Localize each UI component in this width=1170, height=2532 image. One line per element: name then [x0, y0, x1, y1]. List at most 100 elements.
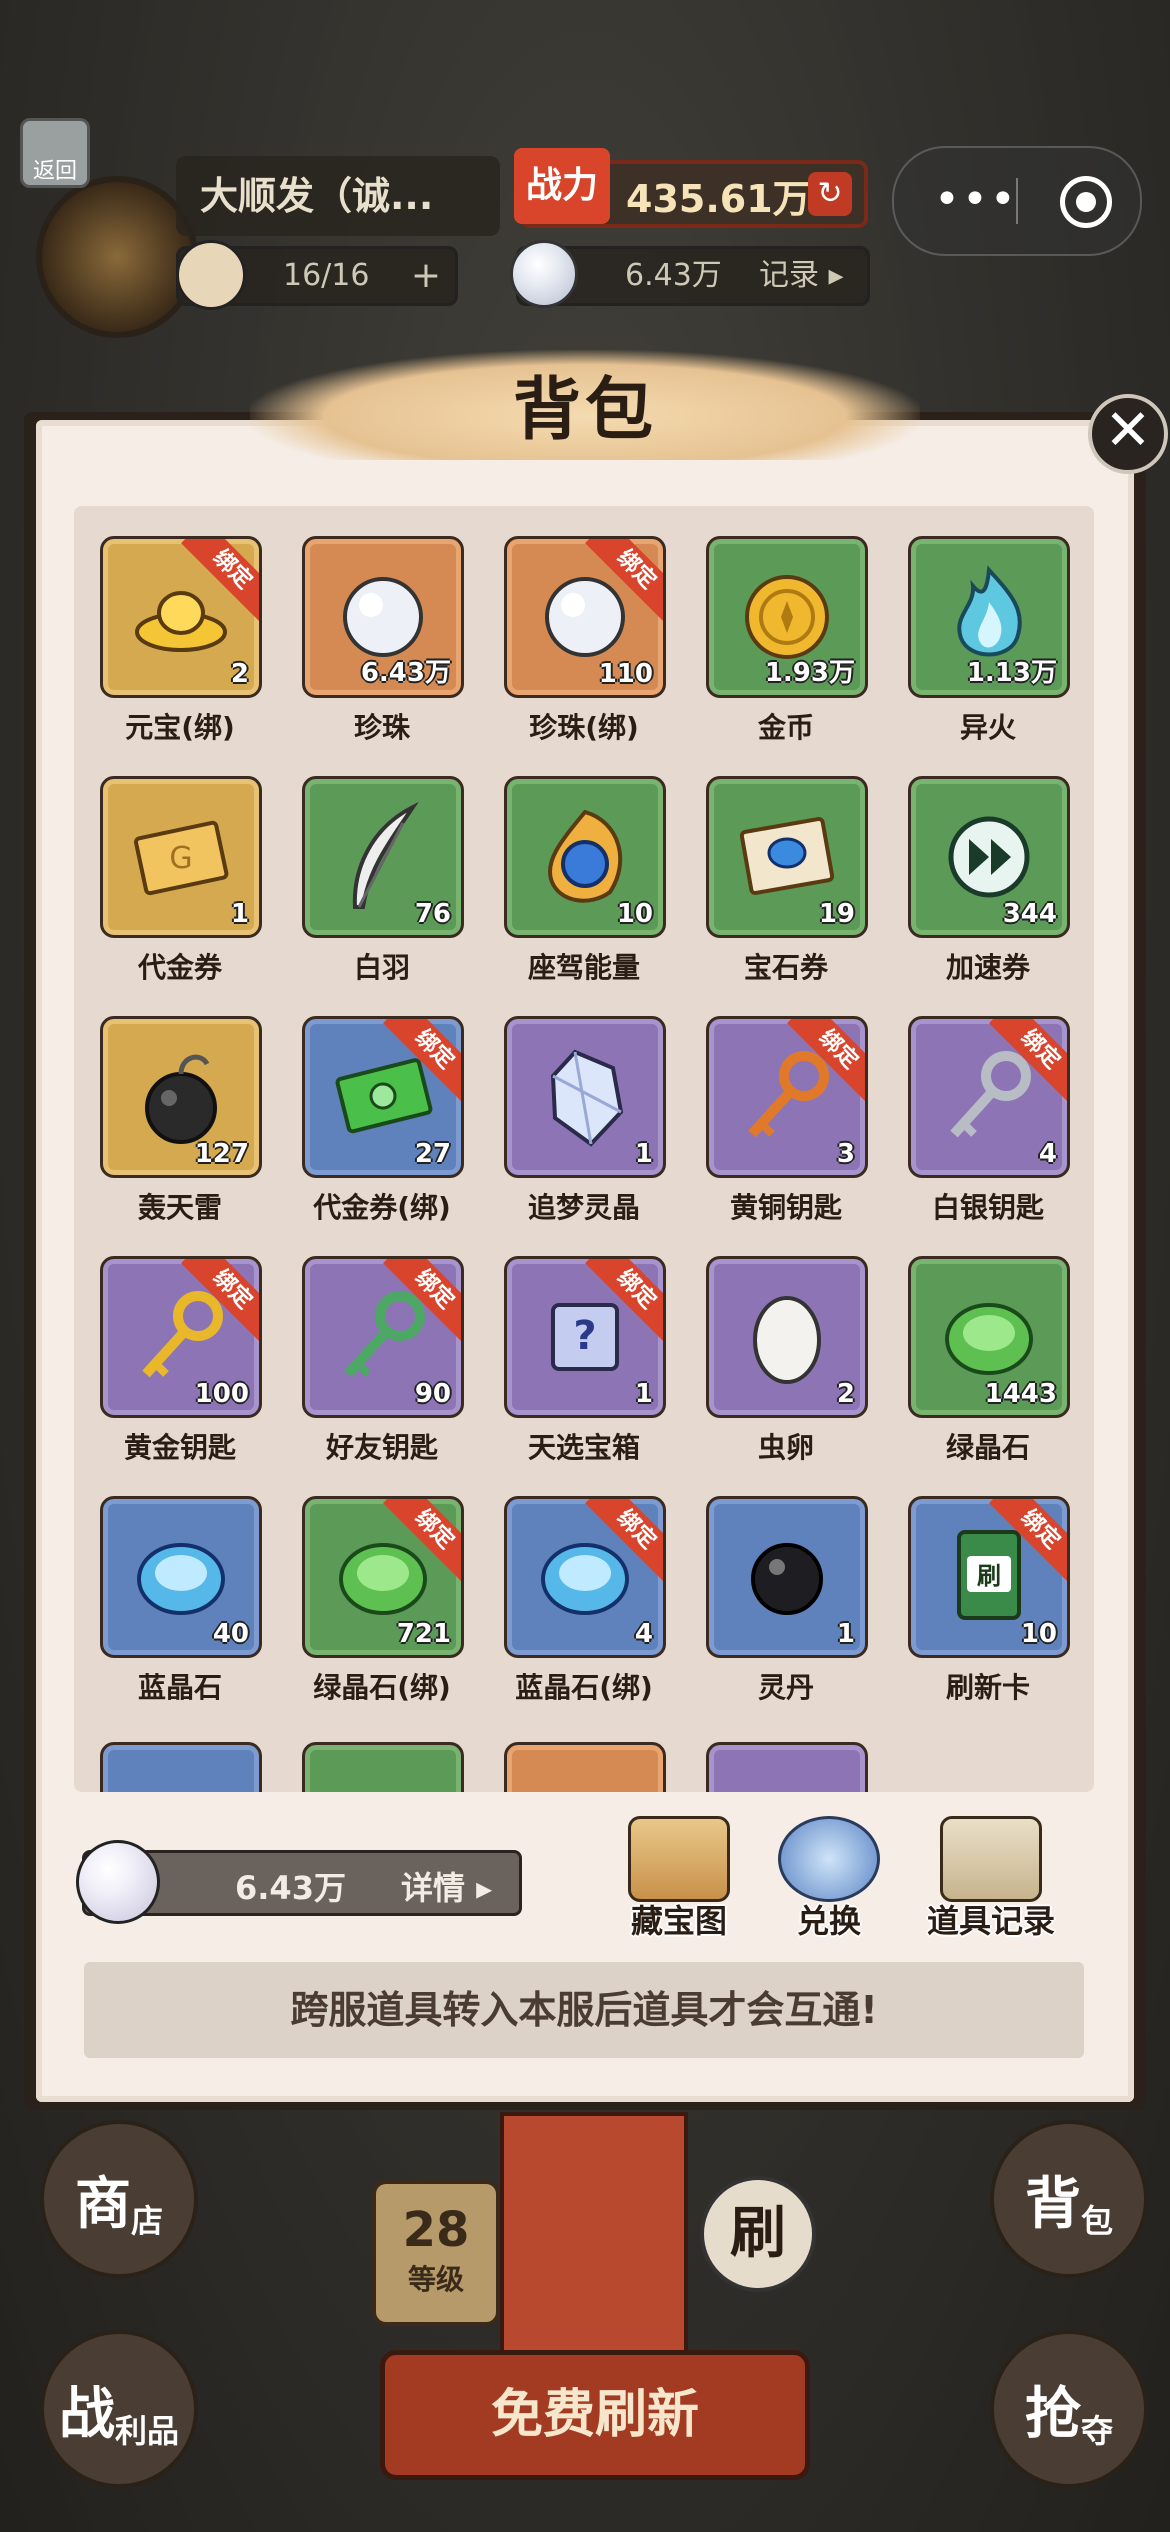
- svg-text:?: ?: [573, 1313, 596, 1359]
- refresh-icon[interactable]: ↻: [808, 172, 852, 216]
- bag-item[interactable]: 40 蓝晶石: [100, 1496, 262, 1706]
- free-refresh-button[interactable]: 免费刷新: [380, 2350, 810, 2480]
- loot-button[interactable]: 战利品: [40, 2330, 198, 2488]
- bag-item[interactable]: 1 追梦灵晶: [504, 1016, 666, 1226]
- item-tile[interactable]: G1: [100, 776, 262, 938]
- item-tile[interactable]: [302, 1742, 464, 1792]
- item-tile[interactable]: 19: [706, 776, 868, 938]
- item-name: 异火: [959, 711, 1016, 744]
- item-tile[interactable]: 绑定 3: [706, 1016, 868, 1178]
- bag-button[interactable]: 背包: [990, 2120, 1148, 2278]
- bag-item[interactable]: 绑定 3 黄铜钥匙: [706, 1016, 868, 1226]
- item-tile[interactable]: 绑定 100: [100, 1256, 262, 1418]
- item-tile[interactable]: 76: [302, 776, 464, 938]
- bag-item[interactable]: 刷绑定 10 刷新卡: [908, 1496, 1070, 1706]
- item-tile[interactable]: 1.93万: [706, 536, 868, 698]
- item-name: 座驾能量: [527, 951, 640, 984]
- item-record-button[interactable]: 道具记录: [916, 1816, 1066, 1940]
- item-tile[interactable]: [706, 1742, 868, 1792]
- item-count: 1: [634, 1139, 653, 1169]
- item-name: 金币: [757, 711, 814, 744]
- item-count: 2: [836, 1379, 855, 1409]
- bag-item[interactable]: 2 虫卵: [706, 1256, 868, 1466]
- item-tile[interactable]: 绑定 90: [302, 1256, 464, 1418]
- item-tile[interactable]: 绑定 110: [504, 536, 666, 698]
- item-count: 4: [634, 1619, 653, 1649]
- bag-item[interactable]: 绑定 100 黄金钥匙: [100, 1256, 262, 1466]
- item-count: 4: [1038, 1139, 1057, 1169]
- item-count: 127: [194, 1139, 249, 1169]
- bag-item[interactable]: 绑定 2 元宝(绑): [100, 536, 262, 746]
- item-name: 珍珠(绑): [529, 711, 639, 744]
- item-tile[interactable]: 127: [100, 1016, 262, 1178]
- refresh-button[interactable]: 刷: [700, 2176, 816, 2292]
- item-tile[interactable]: 1: [706, 1496, 868, 1658]
- item-tile[interactable]: 6.43万: [302, 536, 464, 698]
- item-name: 蓝晶石(绑): [515, 1671, 653, 1704]
- item-tile[interactable]: 刷绑定 10: [908, 1496, 1070, 1658]
- item-tile[interactable]: 10: [504, 776, 666, 938]
- item-count: 76: [414, 899, 451, 929]
- item-count: 1.93万: [764, 658, 855, 688]
- treasure-map-button[interactable]: 藏宝图: [604, 1816, 754, 1940]
- details-button[interactable]: 详情 ▸: [401, 1863, 492, 1909]
- bag-item[interactable]: 6.43万珍珠: [302, 536, 464, 746]
- item-count: 2: [230, 659, 249, 689]
- item-tile[interactable]: [504, 1742, 666, 1792]
- bag-item[interactable]: 绑定 90 好友钥匙: [302, 1256, 464, 1466]
- item-name: 刷新卡: [945, 1671, 1030, 1704]
- item-tile[interactable]: 绑定 2: [100, 536, 262, 698]
- bag-item[interactable]: ? 绑定 1 天选宝箱: [504, 1256, 666, 1466]
- stamina-plus-button[interactable]: +: [411, 249, 441, 303]
- pearl-icon: [510, 240, 578, 308]
- battle-banner: [500, 2112, 688, 2360]
- exchange-button[interactable]: 兑换: [754, 1816, 904, 1940]
- bag-title: 背包: [512, 371, 657, 450]
- bag-item[interactable]: 127 轰天雷: [100, 1016, 262, 1226]
- bag-item[interactable]: 1 灵丹: [706, 1496, 868, 1706]
- back-button[interactable]: 返回: [20, 118, 90, 188]
- item-tile[interactable]: 1: [504, 1016, 666, 1178]
- item-tile[interactable]: 绑定 4: [504, 1496, 666, 1658]
- bag-item[interactable]: 绑定 110 珍珠(绑): [504, 536, 666, 746]
- bag-item[interactable]: 绑定 27 代金券(绑): [302, 1016, 464, 1226]
- shop-button[interactable]: 商店: [40, 2120, 198, 2278]
- item-tile[interactable]: 绑定 721: [302, 1496, 464, 1658]
- bag-item[interactable]: 1.93万金币: [706, 536, 868, 746]
- bag-item[interactable]: 1.13万异火: [908, 536, 1070, 746]
- pearl-value: 6.43万: [625, 258, 722, 293]
- close-button[interactable]: ✕: [1088, 394, 1168, 474]
- bag-item[interactable]: 344 加速券: [908, 776, 1070, 986]
- item-grid[interactable]: 绑定 2 元宝(绑) 6.43万 珍珠 绑定 110 珍珠(绑) 1.93万 金币 1.13万 异火 G…: [74, 506, 1094, 1792]
- item-tile[interactable]: 344: [908, 776, 1070, 938]
- grab-button[interactable]: 抢夺: [990, 2330, 1148, 2488]
- item-count: 110: [598, 659, 653, 689]
- close-target-icon[interactable]: [1060, 176, 1112, 228]
- svg-text:G: G: [169, 841, 192, 876]
- bag-item[interactable]: 19 宝石券: [706, 776, 868, 986]
- item-tile[interactable]: 1443: [908, 1256, 1070, 1418]
- item-tile[interactable]: 绑定 4: [908, 1016, 1070, 1178]
- bag-item[interactable]: 1443 绿晶石: [908, 1256, 1070, 1466]
- bag-item[interactable]: 绑定 4 白银钥匙: [908, 1016, 1070, 1226]
- bag-item[interactable]: G 1 代金券: [100, 776, 262, 986]
- item-tile[interactable]: [100, 1742, 262, 1792]
- item-name: 珍珠: [353, 711, 410, 744]
- item-count: 1: [230, 899, 249, 929]
- level-badge[interactable]: 28 等级: [372, 2180, 500, 2326]
- item-name: 轰天雷: [137, 1191, 222, 1224]
- bag-item[interactable]: 76 白羽: [302, 776, 464, 986]
- item-tile[interactable]: 1.13万: [908, 536, 1070, 698]
- item-tile[interactable]: 2: [706, 1256, 868, 1418]
- bag-item[interactable]: 绑定 721 绿晶石(绑): [302, 1496, 464, 1706]
- item-tile[interactable]: ? 绑定 1: [504, 1256, 666, 1418]
- item-tile[interactable]: 40: [100, 1496, 262, 1658]
- bag-item[interactable]: 10 座驾能量: [504, 776, 666, 986]
- capsule-divider: [1016, 178, 1018, 224]
- bag-item[interactable]: 绑定 4 蓝晶石(绑): [504, 1496, 666, 1706]
- item-tile[interactable]: 绑定 27: [302, 1016, 464, 1178]
- more-icon[interactable]: •••: [934, 174, 1018, 225]
- avatar[interactable]: [36, 176, 198, 338]
- record-link[interactable]: 记录 ▸: [759, 249, 844, 303]
- item-count: 1: [634, 1379, 653, 1409]
